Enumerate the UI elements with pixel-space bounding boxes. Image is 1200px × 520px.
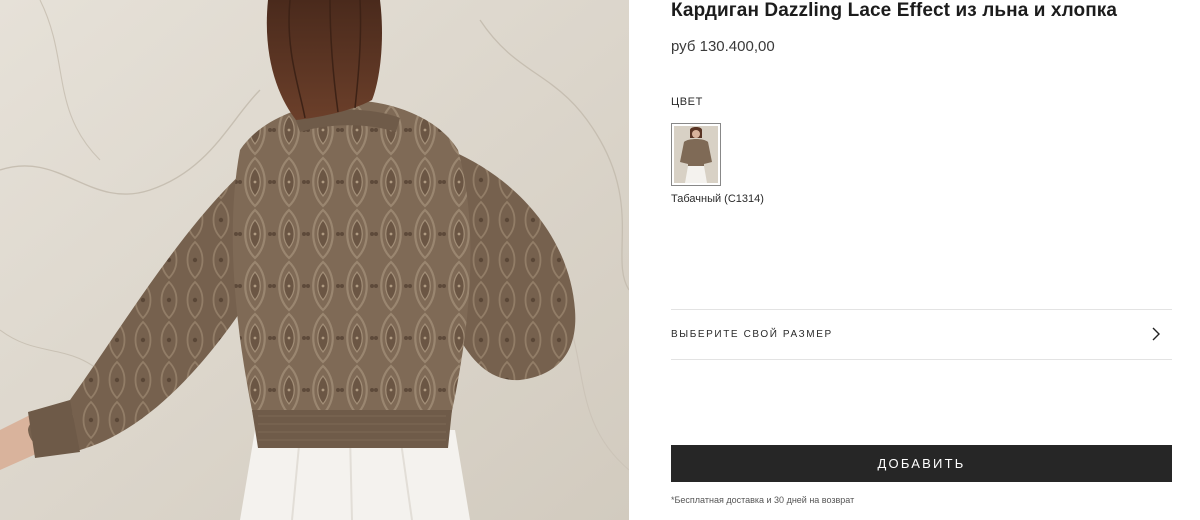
- product-page: Кардиган Dazzling Lace Effect из льна и …: [0, 0, 1200, 520]
- color-swatch-tobacco[interactable]: [671, 123, 721, 186]
- product-photo[interactable]: [0, 0, 629, 520]
- color-section-label: ЦВЕТ: [671, 96, 703, 108]
- product-price: руб 130.400,00: [671, 38, 775, 55]
- swatch-thumbnail-image: [674, 126, 718, 183]
- size-selector[interactable]: ВЫБЕРИТЕ СВОЙ РАЗМЕР: [671, 309, 1172, 360]
- delivery-note: *Бесплатная доставка и 30 дней на возвра…: [671, 495, 855, 505]
- product-details: Кардиган Dazzling Lace Effect из льна и …: [671, 0, 1172, 520]
- product-title: Кардиган Dazzling Lace Effect из льна и …: [671, 0, 1118, 21]
- cardigan-back-view-image: [0, 0, 629, 520]
- chevron-right-icon: [1150, 327, 1162, 341]
- add-to-cart-button[interactable]: ДОБАВИТЬ: [671, 445, 1172, 482]
- size-selector-label: ВЫБЕРИТЕ СВОЙ РАЗМЕР: [671, 329, 833, 340]
- selected-color-name: Табачный (C1314): [671, 193, 764, 205]
